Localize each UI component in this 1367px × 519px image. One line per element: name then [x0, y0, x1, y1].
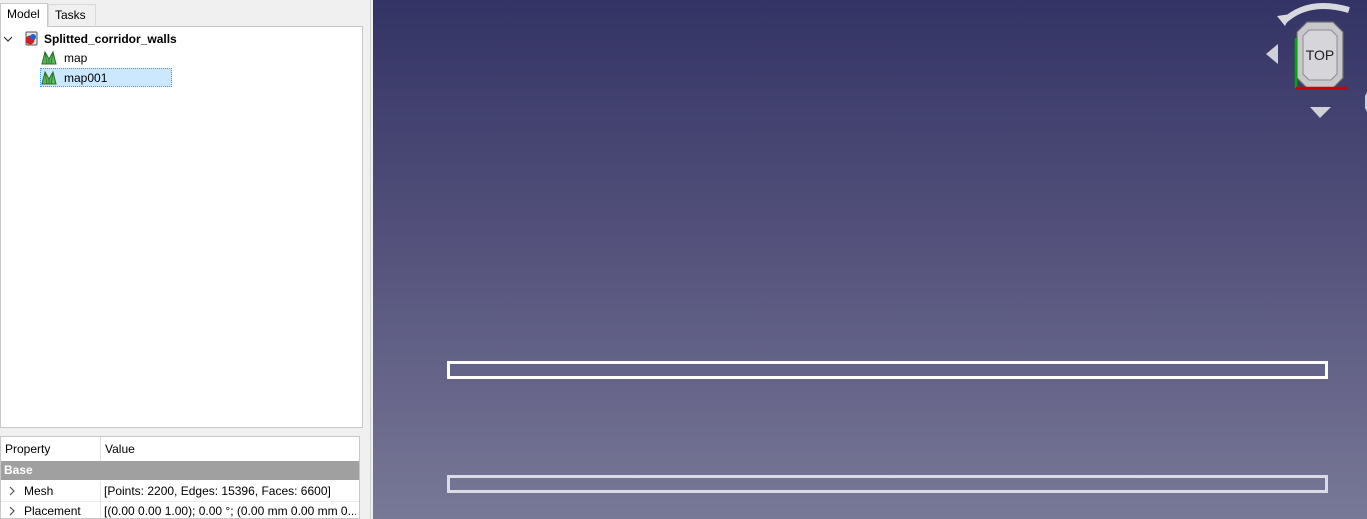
property-name: Mesh [24, 484, 54, 498]
property-row-placement[interactable]: Placement [(0.00 0.00 1.00); 0.00 °; (0.… [1, 501, 359, 518]
column-header-property[interactable]: Property [5, 437, 50, 461]
chevron-right-icon[interactable] [7, 486, 17, 496]
property-value[interactable]: [(0.00 0.00 1.00); 0.00 °; (0.00 mm 0.00… [104, 501, 356, 518]
rotate-left-arrow-icon[interactable] [1266, 44, 1278, 64]
property-view[interactable]: Property Value Base Mesh [Points: 2200, … [0, 436, 360, 519]
tree-item-map[interactable]: map [41, 49, 241, 67]
combo-view-panel: Model Tasks Splitted_corridor_walls map … [0, 0, 371, 519]
tree-item-label: map001 [64, 71, 108, 85]
navcube-face-label: TOP [1306, 47, 1335, 63]
navigation-cube[interactable]: TOP [1253, 0, 1367, 125]
corridor-wall-map[interactable] [447, 475, 1328, 493]
rotate-down-arrow-icon[interactable] [1310, 107, 1331, 118]
tree-item-label: Splitted_corridor_walls [44, 32, 177, 46]
combo-view-tabs: Model Tasks [0, 0, 371, 27]
freecad-document-icon [23, 31, 39, 47]
tree-item-document[interactable]: Splitted_corridor_walls [1, 30, 361, 48]
property-table-header: Property Value [1, 437, 359, 462]
column-divider [100, 501, 101, 518]
column-divider [100, 481, 101, 501]
tab-tasks[interactable]: Tasks [48, 4, 96, 25]
mesh-icon [41, 50, 57, 66]
tree-item-label: map [64, 51, 88, 65]
column-header-value[interactable]: Value [105, 437, 135, 461]
corridor-wall-map001[interactable] [447, 361, 1328, 379]
chevron-right-icon[interactable] [7, 506, 17, 516]
mesh-icon [41, 70, 57, 86]
property-row-mesh[interactable]: Mesh [Points: 2200, Edges: 15396, Faces:… [1, 481, 359, 502]
tab-model[interactable]: Model [0, 3, 48, 27]
chevron-down-icon[interactable] [3, 34, 13, 44]
tree-item-map001[interactable]: map001 [40, 68, 172, 87]
3d-viewport[interactable]: TOP [373, 0, 1367, 519]
property-value[interactable]: [Points: 2200, Edges: 15396, Faces: 6600… [104, 481, 356, 501]
navcube-top-face[interactable]: TOP [1296, 21, 1344, 89]
column-divider [100, 437, 101, 461]
model-tree[interactable]: Splitted_corridor_walls map map001 [0, 26, 363, 428]
property-group-base[interactable]: Base [1, 461, 359, 480]
property-name: Placement [24, 504, 81, 518]
